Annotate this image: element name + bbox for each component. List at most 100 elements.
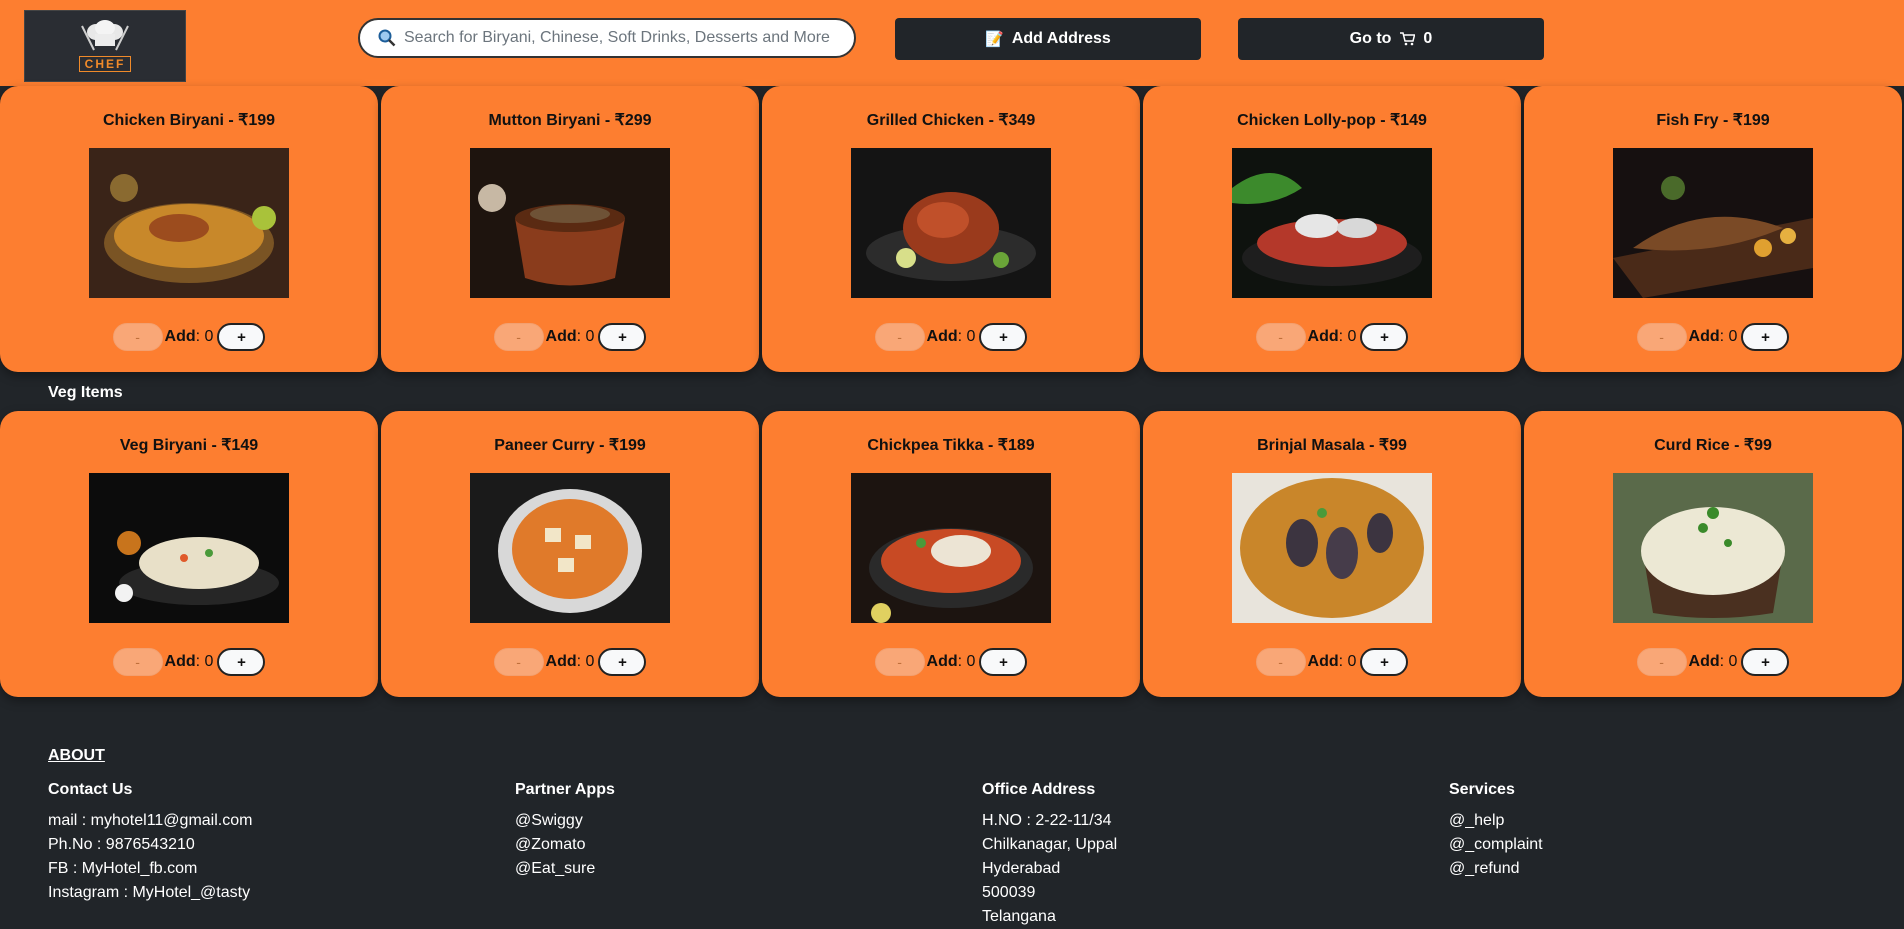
about-heading[interactable]: ABOUT — [48, 747, 105, 765]
menu-card: Grilled Chicken - ₹349 - Add: 0 + — [762, 86, 1140, 372]
menu-card: Chickpea Tikka - ₹189 - Add: 0 + — [762, 411, 1140, 697]
increase-button[interactable]: + — [598, 648, 647, 676]
item-title: Mutton Biryani - ₹299 — [488, 112, 652, 129]
item-photo — [89, 148, 289, 298]
item-title: Fish Fry - ₹199 — [1656, 112, 1770, 129]
decrease-button[interactable]: - — [1255, 648, 1306, 676]
decrease-button[interactable]: - — [874, 323, 925, 351]
increase-button[interactable]: + — [217, 323, 266, 351]
item-count: 0 — [585, 328, 595, 345]
item-count: 0 — [1347, 653, 1357, 670]
add-label: Add — [1307, 653, 1339, 670]
quantity-controls: - Add: 0 + — [1143, 647, 1521, 677]
add-label: Add — [926, 328, 958, 345]
add-address-button[interactable]: 📝 Add Address — [895, 18, 1201, 60]
item-count: 0 — [1347, 328, 1357, 345]
item-photo — [851, 148, 1051, 298]
quantity-controls: - Add: 0 + — [381, 647, 759, 677]
search-bar[interactable] — [358, 18, 856, 58]
add-address-label: Add Address — [1011, 30, 1111, 47]
increase-button[interactable]: + — [217, 648, 266, 676]
add-count: Add: 0 — [1688, 328, 1738, 345]
add-count: Add: 0 — [1307, 653, 1357, 670]
increase-button[interactable]: + — [1360, 323, 1409, 351]
item-title: Chicken Biryani - ₹199 — [102, 112, 276, 129]
item-title: Chickpea Tikka - ₹189 — [867, 437, 1035, 454]
menu-card: Fish Fry - ₹199 - Add: 0 + — [1524, 86, 1902, 372]
item-photo — [1232, 148, 1432, 298]
contact-column: Contact Us mail : myhotel11@gmail.com Ph… — [48, 781, 252, 905]
quantity-controls: - Add: 0 + — [0, 647, 378, 677]
memo-icon: 📝 — [985, 31, 1004, 48]
menu-card: Chicken Biryani - ₹199 - Add: 0 + — [0, 86, 378, 372]
decrease-button[interactable]: - — [493, 323, 544, 351]
veg-items-row: Veg Biryani - ₹149 - Add: 0 + Paneer Cur… — [0, 411, 1904, 697]
quantity-controls: - Add: 0 + — [0, 322, 378, 352]
decrease-button[interactable]: - — [493, 648, 544, 676]
item-count: 0 — [204, 328, 214, 345]
increase-button[interactable]: + — [1741, 323, 1790, 351]
item-count: 0 — [1728, 328, 1738, 345]
menu-card: Mutton Biryani - ₹299 - Add: 0 + — [381, 86, 759, 372]
item-photo — [470, 473, 670, 623]
service-link[interactable]: @_complaint — [1449, 833, 1543, 857]
quantity-controls: - Add: 0 + — [762, 322, 1140, 352]
item-photo — [1613, 148, 1813, 298]
partner-link[interactable]: @Swiggy — [515, 809, 615, 833]
add-label: Add — [545, 653, 577, 670]
search-input[interactable] — [402, 28, 836, 48]
office-line: 500039 — [982, 884, 1036, 901]
add-count: Add: 0 — [926, 653, 976, 670]
increase-button[interactable]: + — [598, 323, 647, 351]
item-title: Veg Biryani - ₹149 — [119, 437, 259, 454]
decrease-button[interactable]: - — [1636, 648, 1687, 676]
item-title: Grilled Chicken - ₹349 — [866, 112, 1036, 129]
services-title: Services — [1449, 781, 1515, 798]
office-line: Telangana — [982, 908, 1056, 925]
decrease-button[interactable]: - — [1255, 323, 1306, 351]
chef-logo[interactable]: CHEF — [24, 10, 186, 82]
office-line: Hyderabad — [982, 860, 1061, 877]
item-title: Brinjal Masala - ₹99 — [1257, 437, 1407, 454]
service-link[interactable]: @_refund — [1449, 857, 1543, 881]
item-title: Curd Rice - ₹99 — [1654, 437, 1772, 454]
increase-button[interactable]: + — [979, 323, 1028, 351]
add-label: Add — [1688, 328, 1720, 345]
logo-text: CHEF — [78, 56, 132, 72]
menu-card: Brinjal Masala - ₹99 - Add: 0 + — [1143, 411, 1521, 697]
partner-link[interactable]: @Eat_sure — [515, 857, 615, 881]
decrease-button[interactable]: - — [112, 323, 163, 351]
add-count: Add: 0 — [545, 328, 595, 345]
decrease-button[interactable]: - — [874, 648, 925, 676]
menu-card: Veg Biryani - ₹149 - Add: 0 + — [0, 411, 378, 697]
partners-column: Partner Apps @Swiggy @Zomato @Eat_sure — [515, 781, 615, 881]
go-to-cart-button[interactable]: Go to 0 — [1238, 18, 1544, 60]
partners-title: Partner Apps — [515, 781, 615, 798]
add-count: Add: 0 — [164, 328, 214, 345]
add-label: Add — [164, 653, 196, 670]
contact-instagram: Instagram : MyHotel_@tasty — [48, 884, 251, 901]
chef-hat-icon — [81, 20, 129, 51]
add-count: Add: 0 — [1688, 653, 1738, 670]
item-photo — [1232, 473, 1432, 623]
menu-card: Curd Rice - ₹99 - Add: 0 + — [1524, 411, 1902, 697]
quantity-controls: - Add: 0 + — [762, 647, 1140, 677]
item-photo — [1613, 473, 1813, 623]
item-photo — [851, 473, 1051, 623]
item-count: 0 — [966, 328, 976, 345]
partner-link[interactable]: @Zomato — [515, 833, 615, 857]
go-to-label: Go to — [1349, 30, 1392, 47]
decrease-button[interactable]: - — [1636, 323, 1687, 351]
add-count: Add: 0 — [926, 328, 976, 345]
increase-button[interactable]: + — [979, 648, 1028, 676]
quantity-controls: - Add: 0 + — [1143, 322, 1521, 352]
quantity-controls: - Add: 0 + — [1524, 647, 1902, 677]
cart-count: 0 — [1423, 30, 1433, 47]
increase-button[interactable]: + — [1360, 648, 1409, 676]
contact-fb: FB : MyHotel_fb.com — [48, 860, 198, 877]
decrease-button[interactable]: - — [112, 648, 163, 676]
contact-title: Contact Us — [48, 781, 133, 798]
increase-button[interactable]: + — [1741, 648, 1790, 676]
service-link[interactable]: @_help — [1449, 809, 1543, 833]
menu-card: Chicken Lolly-pop - ₹149 - Add: 0 + — [1143, 86, 1521, 372]
